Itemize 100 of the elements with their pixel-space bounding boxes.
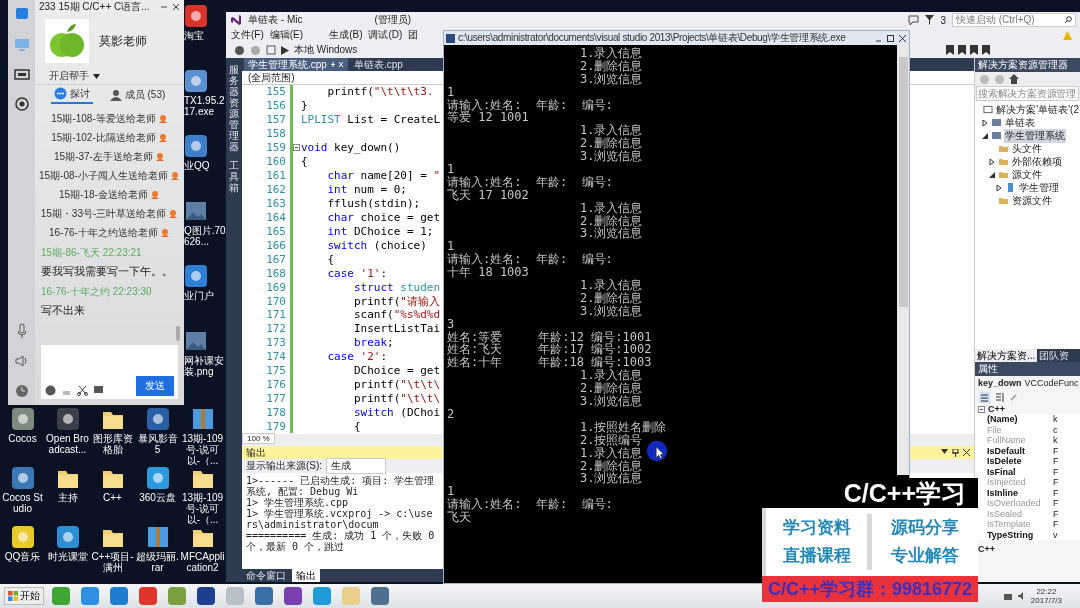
chat-icon[interactable] [13, 6, 30, 22]
play-icon[interactable] [281, 45, 289, 55]
panel-tab[interactable]: 命令窗口 [242, 569, 290, 582]
app-icon[interactable] [196, 586, 216, 606]
app-icon[interactable] [184, 69, 208, 93]
quick-launch-field[interactable]: 快速启动 (Ctrl+Q) [952, 13, 1076, 27]
tree-item[interactable]: 资源文件 [1011, 193, 1053, 208]
categorized-icon[interactable] [979, 391, 990, 403]
app-icon[interactable] [145, 407, 170, 431]
eye-icon[interactable] [13, 96, 30, 112]
editor-tab[interactable]: 单链表.cpp [349, 58, 407, 71]
property-value[interactable]: c [1053, 424, 1080, 435]
property-value[interactable]: F [1053, 466, 1080, 477]
helper-label[interactable]: 开启帮手 [49, 69, 89, 84]
panel-tab[interactable]: 解决方案资... [975, 349, 1038, 362]
caret-icon[interactable] [941, 448, 948, 454]
panel-tab[interactable]: 团队资 [1037, 349, 1072, 362]
tree-item[interactable]: 学生管理 [1018, 180, 1060, 195]
code-line: scanf("%s%d%d [352, 308, 441, 322]
editor-tab[interactable]: 学生管理系统.cpp [244, 58, 348, 71]
property-value[interactable]: F [1053, 508, 1080, 519]
console-line: 2.删除信息 [580, 59, 643, 73]
expanded-arrow-icon[interactable] [989, 171, 995, 178]
tree-item[interactable]: 学生管理系统 [1004, 128, 1066, 143]
menu-item[interactable]: 编辑(E) [269, 28, 304, 42]
scissors-icon[interactable] [77, 385, 88, 396]
app-icon[interactable] [283, 586, 303, 606]
search-field[interactable]: 搜索解决方案资源管理 [976, 86, 1079, 101]
property-value[interactable]: k [1053, 435, 1080, 446]
network-icon[interactable] [1002, 591, 1013, 601]
menu-item[interactable]: 文件(F) [231, 28, 264, 42]
menu-item[interactable]: 团 [408, 28, 419, 42]
collapse-icon[interactable] [978, 405, 985, 413]
tree-item[interactable]: 解决方案'单链表'(2 [995, 102, 1080, 117]
scrollbar[interactable] [176, 326, 180, 341]
close-icon[interactable] [898, 33, 907, 43]
side-tab[interactable]: 工具箱 [229, 160, 239, 193]
property-value[interactable]: F [1053, 487, 1080, 498]
card-icon[interactable] [13, 66, 30, 82]
run-target[interactable]: 本地 Windows [294, 43, 358, 57]
source-dropdown[interactable]: 生成 [326, 458, 387, 474]
archive-icon[interactable] [145, 525, 170, 549]
app-icon[interactable] [145, 466, 170, 490]
zoom-dropdown[interactable]: 100 % [242, 433, 275, 444]
app-icon[interactable] [10, 525, 35, 549]
code-line: case '1': [326, 266, 388, 280]
collapsed-arrow-icon[interactable] [989, 158, 995, 165]
close-icon[interactable] [963, 448, 970, 456]
property-value[interactable]: F [1053, 456, 1080, 467]
tree-item[interactable]: 头文件 [1011, 141, 1043, 156]
property-value[interactable]: F [1053, 445, 1080, 456]
property-value[interactable]: k [1053, 414, 1080, 425]
smiley-icon[interactable] [45, 385, 56, 396]
app-icon[interactable] [184, 4, 208, 28]
archive-icon[interactable] [190, 407, 215, 431]
icon-label: 360云盘 [139, 492, 176, 503]
scrollbar[interactable] [897, 45, 909, 475]
property-value[interactable]: F [1053, 477, 1080, 488]
tree-item[interactable]: 单链表 [1004, 115, 1036, 130]
image-icon[interactable] [184, 329, 208, 353]
image-icon[interactable] [184, 199, 208, 223]
menu-item[interactable]: 调试(D) [368, 28, 403, 42]
property-value[interactable]: v [1053, 529, 1080, 540]
app-icon[interactable] [55, 407, 80, 431]
message-input[interactable]: 发送 [41, 344, 178, 399]
expanded-arrow-icon[interactable] [982, 132, 988, 139]
collapsed-arrow-icon[interactable] [996, 184, 1002, 191]
app-icon[interactable] [55, 525, 80, 549]
speaker-icon[interactable] [13, 353, 30, 369]
save-icon[interactable] [266, 45, 276, 55]
chat-tab[interactable]: 成员 (53) [106, 87, 169, 103]
app-icon[interactable] [184, 264, 208, 288]
start-button[interactable]: 开始 [4, 587, 44, 605]
side-tab[interactable]: 服务器资源管理器 [229, 64, 239, 152]
pin-icon[interactable] [952, 448, 959, 457]
filter-icon[interactable] [925, 15, 935, 25]
pin-close-icon[interactable] [329, 61, 344, 68]
property-value[interactable]: F [1053, 498, 1080, 509]
chat-tab[interactable]: 探讨 [50, 86, 93, 104]
send-button[interactable]: 发送 [136, 376, 174, 396]
sort-icon[interactable] [994, 391, 1005, 403]
code-line: { [301, 155, 308, 169]
app-icon[interactable] [184, 134, 208, 158]
close-icon[interactable] [172, 2, 180, 11]
home-icon[interactable] [1009, 74, 1019, 84]
app-icon[interactable] [10, 466, 35, 490]
collapsed-arrow-icon[interactable] [982, 119, 988, 126]
back-icon[interactable] [234, 44, 245, 56]
tree-item[interactable]: 源文件 [1011, 167, 1043, 182]
clock-icon[interactable] [13, 383, 30, 399]
app-icon[interactable] [10, 407, 35, 431]
panel-tab[interactable]: 输出 [292, 569, 320, 582]
collapse-icon[interactable] [293, 144, 300, 152]
maximize-icon[interactable] [886, 33, 895, 43]
menu-item[interactable]: 生成(B) [329, 28, 363, 42]
scope-dropdown[interactable]: (全局范围) [248, 70, 295, 85]
property-value[interactable]: F [1053, 519, 1080, 530]
caret-icon[interactable] [93, 73, 100, 79]
line-number: 175 [265, 364, 287, 378]
tree-item[interactable]: 外部依赖项 [1011, 154, 1063, 169]
